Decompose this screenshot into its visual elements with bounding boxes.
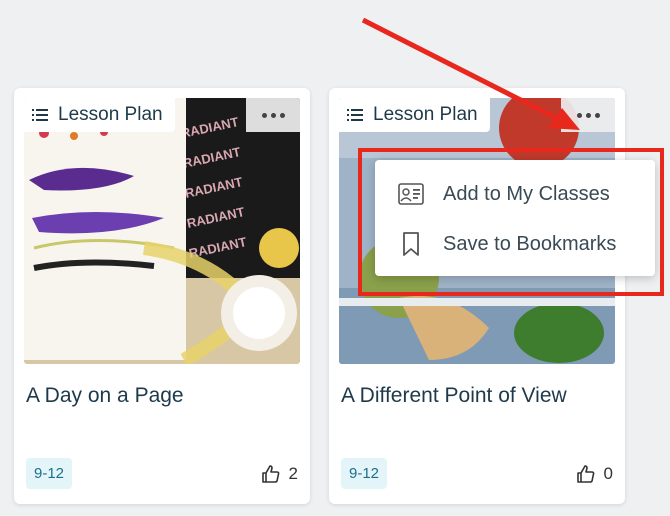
thumbs-up-icon[interactable] — [576, 464, 596, 484]
more-options-button[interactable] — [561, 98, 615, 132]
resource-type-label: Lesson Plan — [339, 98, 490, 132]
annotation-highlight-box — [358, 148, 664, 296]
more-dots-icon — [261, 112, 267, 118]
resource-type-text: Lesson Plan — [373, 104, 478, 125]
grade-badge: 9-12 — [26, 458, 73, 489]
likes[interactable]: 2 — [261, 464, 298, 484]
more-options-button[interactable] — [246, 98, 300, 132]
card-title[interactable]: A Day on a Page — [26, 384, 184, 408]
thumbs-up-icon[interactable] — [261, 464, 281, 484]
list-icon — [347, 109, 363, 121]
resource-type-text: Lesson Plan — [58, 104, 163, 125]
more-dots-icon — [576, 112, 582, 118]
resource-type-label: Lesson Plan — [24, 98, 175, 132]
likes-count: 2 — [288, 464, 298, 483]
card-thumbnail[interactable]: RADIANT RADIANT RADIANT RADIANT RADIANT — [24, 98, 300, 364]
likes-count: 0 — [603, 464, 613, 483]
journal-artwork-image: RADIANT RADIANT RADIANT RADIANT RADIANT — [24, 98, 300, 364]
resource-card[interactable]: RADIANT RADIANT RADIANT RADIANT RADIANT — [14, 88, 310, 504]
card-title[interactable]: A Different Point of View — [341, 384, 567, 408]
grade-badge: 9-12 — [341, 458, 388, 489]
list-icon — [32, 109, 48, 121]
likes[interactable]: 0 — [576, 464, 613, 484]
